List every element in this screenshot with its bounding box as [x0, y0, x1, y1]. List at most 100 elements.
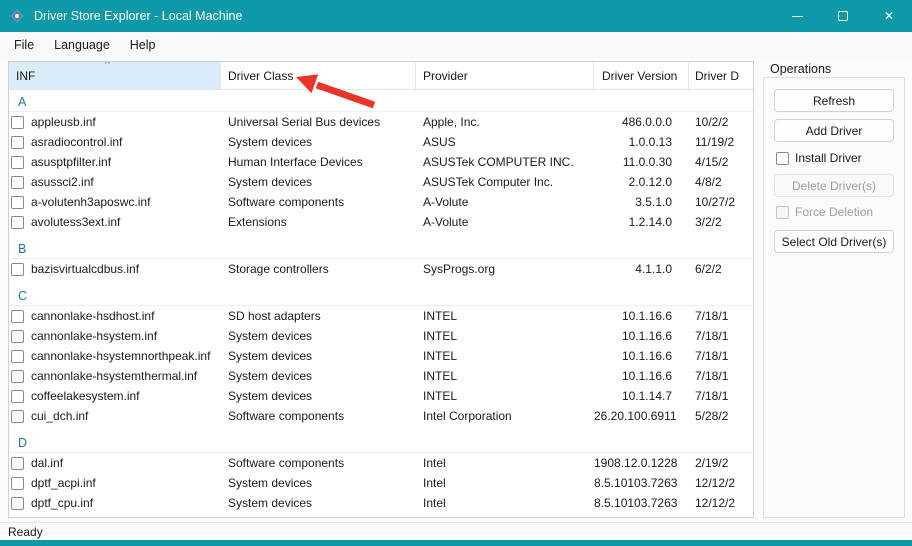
cell-driver-date: 12/12/2 — [695, 496, 736, 510]
column-header-driver-version[interactable]: Driver Version — [594, 62, 689, 89]
table-row[interactable]: cannonlake-hsystem.inf System devices INTE… — [9, 326, 753, 346]
row-checkbox[interactable] — [11, 496, 24, 510]
column-label-provider: Provider — [423, 68, 468, 83]
minimize-button[interactable] — [774, 0, 820, 32]
row-checkbox[interactable] — [11, 389, 24, 403]
cell-driver-date: 7/18/1 — [695, 389, 729, 403]
cell-inf: coffeelakesystem.inf — [31, 389, 140, 403]
install-driver-checkbox[interactable]: Install Driver — [776, 151, 904, 165]
row-checkbox[interactable] — [11, 195, 24, 209]
cell-driver-class: Human Interface Devices — [228, 155, 363, 169]
force-deletion-checkbox[interactable]: Force Deletion — [776, 205, 904, 219]
column-header-driver-class[interactable]: Driver Class — [221, 62, 416, 89]
row-checkbox[interactable] — [11, 175, 24, 189]
cell-driver-date: 5/28/2 — [695, 409, 729, 423]
maximize-button[interactable] — [820, 0, 866, 32]
row-checkbox[interactable] — [11, 476, 24, 490]
row-checkbox[interactable] — [11, 409, 24, 423]
menu-item-file[interactable]: File — [4, 34, 44, 56]
cell-driver-date: 6/2/2 — [695, 262, 722, 276]
row-checkbox[interactable] — [11, 309, 24, 323]
row-checkbox-cell — [9, 456, 31, 470]
row-checkbox[interactable] — [11, 329, 24, 343]
table-header: ^ INF Driver Class Provider Driver Versi… — [9, 62, 753, 90]
install-driver-label: Install Driver — [795, 151, 862, 165]
table-row[interactable]: dptf_cpu.inf System devices Intel 8.5.10103… — [9, 493, 753, 513]
select-old-drivers-button[interactable]: Select Old Driver(s) — [774, 230, 894, 253]
cell-inf: dptf_cpu.inf — [31, 496, 94, 510]
operations-title: Operations — [770, 62, 832, 76]
content-area: ^ INF Driver Class Provider Driver Versi… — [0, 58, 912, 522]
column-header-driver-date[interactable]: Driver D — [689, 62, 753, 89]
table-row[interactable]: dptf_acpi.inf System devices Intel 8.5.1010… — [9, 473, 753, 493]
refresh-button[interactable]: Refresh — [774, 89, 894, 112]
menu-item-language[interactable]: Language — [44, 34, 120, 56]
window-controls: ✕ — [774, 0, 912, 32]
column-header-inf[interactable]: ^ INF — [9, 62, 221, 89]
table-row[interactable]: coffeelakesystem.inf System devices INTEL 1… — [9, 386, 753, 406]
cell-driver-date: 2/19/2 — [695, 456, 729, 470]
group-header-a: A — [9, 92, 753, 112]
cell-driver-version: 10.1.16.6 — [621, 329, 672, 343]
table-row[interactable]: dal.inf Software components Intel 1908.12.0… — [9, 453, 753, 473]
table-row[interactable]: cannonlake-hsdhost.inf SD host adapters IN… — [9, 306, 753, 326]
cell-driver-version: 3.5.1.0 — [635, 195, 672, 209]
app-window: Driver Store Explorer - Local Machine ✕ … — [0, 0, 912, 546]
close-button[interactable]: ✕ — [866, 0, 912, 32]
table-row[interactable]: asusptpfilter.inf Human Interface Devices… — [9, 152, 753, 172]
force-deletion-label: Force Deletion — [795, 205, 874, 219]
table-row[interactable]: cannonlake-hsystemnorthpeak.inf System de… — [9, 346, 753, 366]
sort-ascending-icon: ^ — [105, 62, 110, 70]
cell-provider: Intel — [423, 476, 446, 490]
row-checkbox[interactable] — [11, 456, 24, 470]
cell-driver-date: 3/2/2 — [695, 215, 722, 229]
table-row[interactable]: bazisvirtualcdbus.inf Storage controllers… — [9, 259, 753, 279]
row-checkbox-cell — [9, 409, 31, 423]
accent-stripe — [0, 540, 912, 546]
row-checkbox[interactable] — [11, 215, 24, 229]
row-checkbox[interactable] — [11, 155, 24, 169]
cell-driver-version: 1908.12.0.1228 — [594, 456, 678, 470]
group-header-d: D — [9, 433, 753, 453]
cell-inf: cannonlake-hsystem.inf — [31, 329, 158, 343]
cell-driver-class: SD host adapters — [228, 309, 321, 323]
cell-provider: ASUS — [423, 135, 456, 149]
row-checkbox[interactable] — [11, 115, 24, 129]
table-row[interactable]: appleusb.inf Universal Serial Bus devices… — [9, 112, 753, 132]
minimize-icon — [791, 15, 803, 17]
column-header-provider[interactable]: Provider — [416, 62, 594, 89]
group-letter: B — [18, 241, 27, 256]
cell-driver-class: Software components — [228, 409, 345, 423]
delete-drivers-button[interactable]: Delete Driver(s) — [774, 174, 894, 197]
add-driver-button[interactable]: Add Driver — [774, 119, 894, 142]
cell-driver-class: Software components — [228, 195, 345, 209]
close-icon: ✕ — [883, 9, 895, 23]
cell-driver-date: 10/27/2 — [695, 195, 736, 209]
cell-driver-date: 7/18/1 — [695, 369, 729, 383]
cell-provider: Intel — [423, 456, 446, 470]
row-checkbox[interactable] — [11, 349, 24, 363]
cell-inf: asradiocontrol.inf — [31, 135, 123, 149]
table-row[interactable]: avolutess3ext.inf Extensions A-Volute 1.2.1… — [9, 212, 753, 232]
table-row[interactable]: asussci2.inf System devices ASUSTek Comput… — [9, 172, 753, 192]
cell-driver-class: Universal Serial Bus devices — [228, 115, 381, 129]
status-bar: Ready — [0, 522, 912, 540]
table-row[interactable]: cannonlake-hsystemthermal.inf System devi… — [9, 366, 753, 386]
menu-item-help[interactable]: Help — [120, 34, 166, 56]
row-checkbox[interactable] — [11, 369, 24, 383]
row-checkbox-cell — [9, 135, 31, 149]
cell-provider: INTEL — [423, 369, 458, 383]
cell-inf: dal.inf — [31, 456, 64, 470]
table-row[interactable]: asradiocontrol.inf System devices ASUS 1.0.… — [9, 132, 753, 152]
row-checkbox[interactable] — [11, 262, 24, 276]
cell-driver-class: System devices — [228, 496, 313, 510]
cell-driver-version: 486.0.0.0 — [621, 115, 672, 129]
group-letter: A — [18, 94, 27, 109]
row-checkbox[interactable] — [11, 135, 24, 149]
cell-provider: Apple, Inc. — [423, 115, 480, 129]
table-row[interactable]: a-volutenh3aposwc.inf Software components… — [9, 192, 753, 212]
cell-provider: INTEL — [423, 389, 458, 403]
table-row[interactable]: cui_dch.inf Software components Intel Corp… — [9, 406, 753, 426]
maximize-icon — [838, 11, 848, 21]
cell-driver-version: 11.0.0.30 — [622, 155, 672, 169]
